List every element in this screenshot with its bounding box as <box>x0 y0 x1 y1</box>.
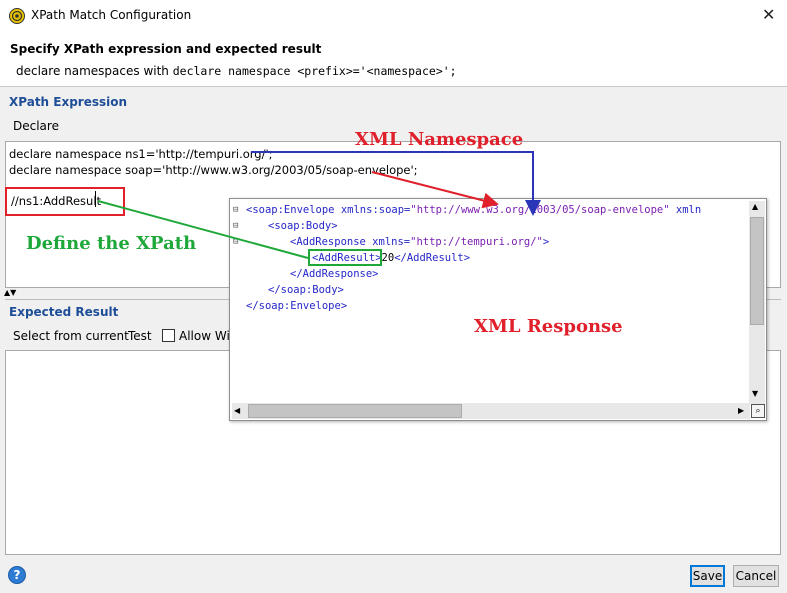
define-xpath-annotation: Define the XPath <box>26 233 197 254</box>
namespace-red-arrow <box>371 171 499 209</box>
namespace-blue-arrow <box>251 151 541 216</box>
xml-namespace-annotation: XML Namespace <box>355 129 524 150</box>
help-icon[interactable]: ? <box>8 566 26 584</box>
xml-response-annotation: XML Response <box>474 316 623 337</box>
save-button[interactable]: Save <box>690 565 725 587</box>
annotation-arrows <box>97 151 541 259</box>
cancel-button[interactable]: Cancel <box>733 565 779 587</box>
